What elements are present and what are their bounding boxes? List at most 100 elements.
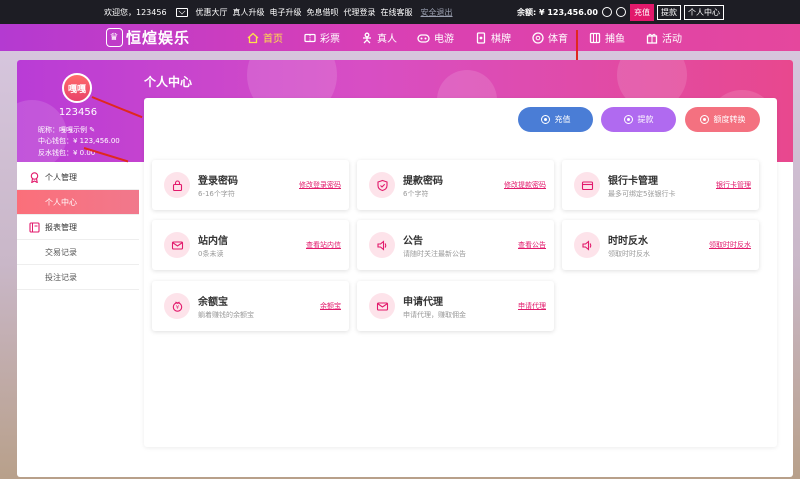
home-icon	[246, 31, 259, 44]
personal-center-button[interactable]: 个人中心	[683, 4, 724, 20]
topbar-link-support[interactable]: 在线客服	[381, 7, 413, 18]
card-subtitle: 6-16个字符	[198, 190, 235, 198]
nav-label: 棋牌	[491, 34, 511, 45]
nav-label: 活动	[662, 34, 682, 45]
card-title: 站内信	[198, 236, 228, 247]
annotation-arrow	[576, 30, 578, 62]
top-bar: 欢迎您，123456 优惠大厅 真人升级 电子升级 免息借呗 代理登录 在线客服…	[0, 0, 800, 24]
logout-link[interactable]: 安全退出	[421, 7, 453, 18]
nav-item-chess[interactable]: 棋牌	[474, 30, 511, 45]
view-announcements-link[interactable]: 查看公告	[518, 240, 546, 250]
card-subtitle: 6个字符	[403, 190, 429, 198]
card-subtitle: 领取时时反水	[608, 250, 650, 258]
speaker-icon	[369, 232, 395, 258]
welcome-text: 欢迎您，123456	[104, 7, 167, 17]
nav-item-fishing[interactable]: 捕鱼	[588, 30, 625, 45]
recharge-action-button[interactable]: 充值	[518, 107, 593, 132]
action-label: 提款	[637, 115, 654, 124]
nav-label: 首页	[263, 34, 283, 45]
card-title: 余额宝	[198, 297, 228, 308]
nav-label: 电游	[434, 34, 454, 45]
avatar[interactable]: 嘎嘎	[62, 73, 92, 103]
topbar-link-promotions[interactable]: 优惠大厅	[196, 7, 228, 18]
topbar-link-loan[interactable]: 免息借呗	[307, 7, 339, 18]
main-nav: ♛ 恒煊娱乐 首页 彩票 真人 电游 棋牌 体育 捕鱼 活动	[0, 24, 800, 51]
fish-icon	[588, 31, 601, 44]
bank-card-manage-link[interactable]: 银行卡管理	[716, 180, 751, 190]
card-bank-card: 银行卡管理 最多可绑定5张银行卡 银行卡管理	[562, 160, 759, 210]
person-icon	[360, 31, 373, 44]
nickname-text: 昵称：嘎嘎示例	[38, 126, 87, 134]
nav-item-live[interactable]: 真人	[360, 30, 397, 45]
mail-icon[interactable]	[175, 7, 188, 17]
card-title: 银行卡管理	[608, 176, 658, 187]
topbar-link-live-upgrade[interactable]: 真人升级	[233, 7, 265, 18]
coin-icon	[540, 115, 550, 124]
transfer-action-button[interactable]: 额度转换	[685, 107, 760, 132]
topbar-link-slot-upgrade[interactable]: 电子升级	[270, 7, 302, 18]
center-wallet: 中心钱包：¥ 123,456.00	[38, 137, 120, 145]
sidebar-item-personal-center[interactable]: 个人中心	[17, 190, 139, 215]
nav-item-egames[interactable]: 电游	[417, 30, 454, 45]
card-instant-rebate: 时时反水 领取时时反水 领取时时反水	[562, 220, 759, 270]
gift-icon	[645, 31, 658, 44]
card-withdraw-password: 提款密码 6个字符 修改提款密码	[357, 160, 554, 210]
mail-icon	[164, 232, 190, 258]
topbar-link-agent-login[interactable]: 代理登录	[344, 7, 376, 18]
nav-label: 捕鱼	[605, 34, 625, 45]
yuebao-link[interactable]: 余额宝	[320, 301, 341, 311]
nav-item-sports[interactable]: 体育	[531, 30, 568, 45]
apply-agent-link[interactable]: 申请代理	[518, 301, 546, 311]
sidebar-item-bets[interactable]: 投注记录	[17, 265, 139, 290]
cards-icon	[474, 31, 487, 44]
nav-item-events[interactable]: 活动	[645, 30, 682, 45]
nav-label: 真人	[377, 34, 397, 45]
nav-label: 体育	[548, 34, 568, 45]
card-subtitle: 躺着赚钱的余额宝	[198, 311, 254, 319]
card-login-password: 登录密码 6-16个字符 修改登录密码	[152, 160, 349, 210]
lock-icon	[164, 172, 190, 198]
nickname-row: 昵称：嘎嘎示例 ✎	[38, 125, 95, 135]
withdraw-action-button[interactable]: 提款	[601, 107, 676, 132]
menu-group-reports[interactable]: 报表管理	[17, 215, 139, 240]
card-announcements: 公告 请随时关注最新公告 查看公告	[357, 220, 554, 270]
site-logo[interactable]: ♛ 恒煊娱乐	[106, 26, 190, 49]
gamepad-icon	[417, 31, 430, 44]
card-title: 申请代理	[403, 297, 443, 308]
medal-icon	[29, 171, 40, 183]
recharge-button[interactable]: 充值	[629, 3, 654, 21]
logo-mark-icon: ♛	[106, 28, 123, 47]
ticket-icon	[303, 31, 316, 44]
sidebar-item-transactions[interactable]: 交易记录	[17, 240, 139, 265]
view-messages-link[interactable]: 查看站内信	[306, 240, 341, 250]
shield-icon	[369, 172, 395, 198]
menu-group-personal[interactable]: 个人管理	[17, 165, 139, 190]
change-withdraw-password-link[interactable]: 修改提款密码	[504, 180, 546, 190]
menu-group-label: 个人管理	[45, 172, 77, 182]
edit-icon[interactable]: ✎	[89, 126, 95, 134]
card-title: 登录密码	[198, 176, 238, 187]
card-messages: 站内信 0条未读 查看站内信	[152, 220, 349, 270]
change-login-password-link[interactable]: 修改登录密码	[299, 180, 341, 190]
action-label: 充值	[554, 115, 571, 124]
book-icon	[29, 221, 40, 233]
piggy-icon: ¥	[164, 293, 190, 319]
card-subtitle: 最多可绑定5张银行卡	[608, 190, 676, 198]
balance-text: 余额: ¥ 123,456.00	[517, 7, 598, 17]
card-subtitle: 0条未读	[198, 250, 224, 258]
page-title: 个人中心	[144, 75, 193, 89]
eye-icon[interactable]	[615, 7, 626, 17]
refresh-icon[interactable]	[601, 7, 612, 17]
nav-item-home[interactable]: 首页	[246, 30, 283, 45]
exchange-icon	[699, 115, 709, 124]
card-apply-agent: 申请代理 申请代理，赚取佣金 申请代理	[357, 281, 554, 331]
nav-label: 彩票	[320, 34, 340, 45]
claim-rebate-link[interactable]: 领取时时反水	[709, 240, 751, 250]
withdraw-button[interactable]: 提款	[656, 4, 681, 20]
card-subtitle: 请随时关注最新公告	[403, 250, 466, 258]
nav-item-lottery[interactable]: 彩票	[303, 30, 340, 45]
user-card: 嘎嘎 123456 昵称：嘎嘎示例 ✎ 中心钱包：¥ 123,456.00 反水…	[17, 60, 139, 164]
card-title: 公告	[403, 236, 423, 247]
card-icon	[574, 172, 600, 198]
content-box	[144, 98, 777, 447]
